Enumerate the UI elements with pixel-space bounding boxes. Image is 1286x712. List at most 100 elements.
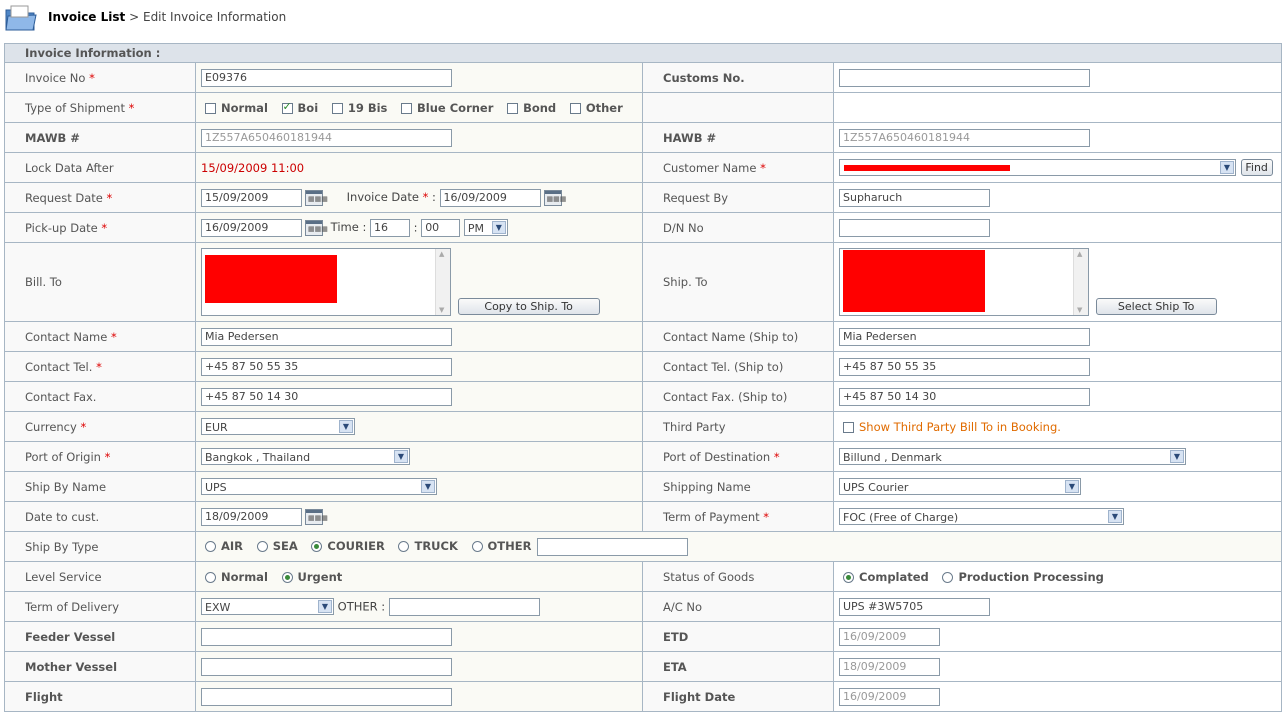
contact-name-input[interactable] (201, 327, 452, 346)
shipment-boi-checkbox[interactable] (281, 100, 293, 114)
type-of-shipment-label: Type of Shipment * (4, 92, 196, 123)
ship-type-courier-radio[interactable] (311, 541, 323, 552)
shipment-type-group: Normal Boi 19 Bis Blue Corner Bond Other (195, 92, 643, 123)
shipment-blue-corner-checkbox[interactable] (401, 102, 413, 114)
customer-name-select[interactable]: ▼ (839, 159, 1236, 176)
chevron-down-icon: ▼ (1170, 450, 1184, 463)
select-ship-to-button[interactable]: Select Ship To (1095, 297, 1217, 315)
contact-tel-ship-input[interactable] (839, 357, 1090, 376)
scrollbar[interactable] (435, 249, 450, 315)
port-destination-select[interactable]: Billund , Denmark ▼ (839, 448, 1186, 465)
contact-tel-ship-label: Contact Tel. (Ship to) (642, 351, 834, 382)
contact-name-label: Contact Name * (4, 321, 196, 352)
term-other-label: OTHER : (337, 599, 386, 613)
chevron-down-icon: ▼ (1220, 161, 1234, 174)
time-hour-input[interactable] (370, 218, 410, 237)
shipping-name-select[interactable]: UPS Courier ▼ (839, 478, 1081, 495)
dn-no-input[interactable] (839, 218, 990, 237)
ship-by-type-label: Ship By Type (4, 531, 196, 562)
invoice-date-input[interactable] (439, 188, 541, 207)
status-of-goods-label: Status of Goods (642, 561, 834, 592)
date-to-cust-input[interactable] (201, 507, 302, 526)
contact-fax-input[interactable] (201, 387, 452, 406)
chevron-down-icon: ▼ (339, 420, 353, 433)
level-urgent-radio[interactable] (281, 571, 293, 583)
term-of-payment-label: Term of Payment * (642, 501, 834, 532)
section-title: Invoice Information : (3, 43, 1283, 63)
hawb-label: HAWB # (642, 122, 834, 153)
shipping-name-label: Shipping Name (642, 471, 834, 502)
redaction (205, 255, 337, 303)
currency-select[interactable]: EUR ▼ (201, 418, 355, 435)
contact-tel-label: Contact Tel. * (4, 351, 196, 382)
port-destination-label: Port of Destination * (642, 441, 834, 472)
feeder-vessel-input[interactable] (201, 627, 452, 646)
folder-icon (5, 5, 37, 31)
ship-to-textarea[interactable] (839, 248, 1089, 316)
hawb-input (839, 128, 1090, 147)
breadcrumb-parent[interactable]: Invoice List (48, 10, 125, 24)
breadcrumb: Invoice List > Edit Invoice Information (48, 10, 286, 24)
contact-fax-ship-label: Contact Fax. (Ship to) (642, 381, 834, 412)
calendar-icon[interactable]: ▦▦▦ (305, 508, 328, 525)
chevron-down-icon: ▼ (318, 600, 332, 613)
ship-type-other-radio[interactable] (471, 541, 483, 552)
contact-fax-label: Contact Fax. (4, 381, 196, 412)
level-normal-radio[interactable] (205, 571, 216, 583)
bill-to-textarea[interactable] (201, 248, 451, 316)
shipment-bond-checkbox[interactable] (507, 102, 519, 114)
request-by-label: Request By (642, 182, 834, 213)
shipment-19bis-checkbox[interactable] (331, 102, 343, 114)
ship-type-air-radio[interactable] (205, 541, 216, 552)
flight-input[interactable] (201, 687, 452, 706)
port-origin-select[interactable]: Bangkok , Thailand ▼ (201, 448, 410, 465)
time-minute-input[interactable] (421, 218, 461, 237)
invoice-no-input[interactable] (201, 68, 452, 87)
customs-no-input[interactable] (839, 68, 1090, 87)
ship-type-truck-radio[interactable] (398, 541, 410, 552)
shipment-normal-checkbox[interactable] (205, 102, 216, 114)
invoice-no-label: Invoice No * (4, 62, 196, 93)
calendar-icon[interactable]: ▦▦▦ (305, 219, 328, 236)
request-date-input[interactable] (201, 188, 302, 207)
status-completed-radio[interactable] (843, 571, 854, 583)
ship-type-sea-radio[interactable] (256, 541, 268, 552)
contact-tel-input[interactable] (201, 357, 452, 376)
status-processing-radio[interactable] (942, 571, 954, 583)
eta-input[interactable] (839, 657, 940, 676)
find-button[interactable]: Find (1240, 159, 1273, 176)
redaction (843, 250, 985, 312)
calendar-icon[interactable]: ▦▦▦ (305, 189, 328, 206)
term-other-input[interactable] (388, 597, 540, 616)
pickup-date-input[interactable] (201, 218, 302, 237)
etd-label: ETD (642, 621, 834, 652)
ampm-select[interactable]: PM ▼ (463, 219, 508, 236)
chevron-down-icon: ▼ (394, 450, 408, 463)
third-party-checkbox[interactable] (843, 421, 854, 433)
ship-by-type-group: AIR SEA COURIER TRUCK OTHER (194, 531, 1283, 562)
third-party-text: Show Third Party Bill To in Booking. (859, 419, 1061, 434)
term-of-payment-select[interactable]: FOC (Free of Charge) ▼ (839, 508, 1124, 525)
mother-vessel-input[interactable] (201, 657, 452, 676)
calendar-icon[interactable]: ▦▦▦ (543, 189, 566, 206)
flight-date-input[interactable] (839, 687, 940, 706)
scrollbar[interactable] (1073, 249, 1088, 315)
port-origin-label: Port of Origin * (4, 441, 196, 472)
breadcrumb-current: Edit Invoice Information (142, 10, 287, 24)
ship-to-label: Ship. To (642, 242, 834, 322)
contact-name-ship-input[interactable] (839, 327, 1090, 346)
feeder-vessel-label: Feeder Vessel (4, 621, 196, 652)
ship-by-name-select[interactable]: UPS ▼ (201, 478, 437, 495)
third-party-label: Third Party (642, 411, 834, 442)
ship-type-other-input[interactable] (537, 537, 689, 556)
flight-date-label: Flight Date (642, 681, 834, 712)
contact-fax-ship-input[interactable] (839, 387, 1090, 406)
etd-input[interactable] (839, 627, 940, 646)
shipment-other-checkbox[interactable] (569, 102, 581, 114)
copy-to-ship-button[interactable]: Copy to Ship. To (457, 297, 600, 315)
mother-vessel-label: Mother Vessel (4, 651, 196, 682)
ac-no-input[interactable] (839, 597, 990, 616)
time-label: Time : (330, 220, 367, 234)
term-of-delivery-select[interactable]: EXW ▼ (201, 598, 334, 615)
request-by-input[interactable] (839, 188, 990, 207)
